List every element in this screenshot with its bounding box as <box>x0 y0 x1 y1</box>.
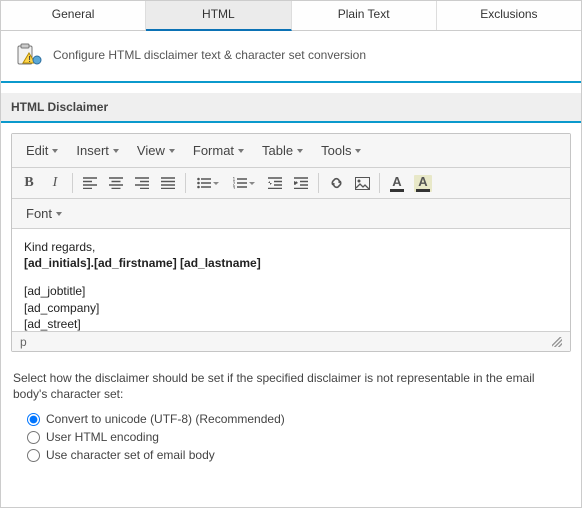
menu-label: Tools <box>321 143 351 158</box>
align-right-button[interactable] <box>129 171 155 195</box>
menu-edit[interactable]: Edit <box>18 138 66 163</box>
chevron-down-icon <box>169 149 175 153</box>
separator <box>379 173 380 193</box>
outdent-button[interactable] <box>262 171 288 195</box>
chevron-down-icon <box>52 149 58 153</box>
highlight-icon: A <box>414 175 432 192</box>
editor-status-bar: p <box>12 331 570 351</box>
content-line: Kind regards, <box>24 239 558 255</box>
italic-icon: I <box>53 175 58 191</box>
charset-options: Select how the disclaimer should be set … <box>1 362 581 476</box>
tab-exclusions[interactable]: Exclusions <box>437 1 581 30</box>
chevron-down-icon <box>355 149 361 153</box>
content-line: [ad_street] <box>24 316 558 331</box>
section-title: HTML Disclaimer <box>1 93 581 123</box>
align-justify-icon <box>161 177 175 189</box>
radio-label-bodycs[interactable]: Use character set of email body <box>46 448 215 462</box>
menu-label: Table <box>262 143 293 158</box>
menu-label: Edit <box>26 143 48 158</box>
italic-button[interactable]: I <box>42 171 68 195</box>
numbered-list-icon: 123 <box>233 177 247 189</box>
chevron-down-icon <box>213 182 219 185</box>
chevron-down-icon <box>238 149 244 153</box>
font-family-dropdown[interactable]: Font <box>18 202 70 225</box>
font-label: Font <box>26 206 52 221</box>
radio-body-charset[interactable] <box>27 449 40 462</box>
tab-plain-text[interactable]: Plain Text <box>292 1 437 30</box>
menu-label: View <box>137 143 165 158</box>
toolbar: B I 123 <box>12 168 570 199</box>
separator <box>72 173 73 193</box>
bold-icon: B <box>24 175 33 191</box>
menu-bar: Edit Insert View Format Table Tools <box>12 134 570 168</box>
rich-text-editor: Edit Insert View Format Table Tools B I … <box>11 133 571 352</box>
menu-format[interactable]: Format <box>185 138 252 163</box>
description-text: Configure HTML disclaimer text & charact… <box>53 48 366 62</box>
menu-table[interactable]: Table <box>254 138 311 163</box>
indent-button[interactable] <box>288 171 314 195</box>
bullet-list-icon <box>197 177 211 189</box>
bullet-list-button[interactable] <box>190 171 226 195</box>
align-left-icon <box>83 177 97 189</box>
align-right-icon <box>135 177 149 189</box>
radio-html-encoding[interactable] <box>27 431 40 444</box>
text-color-icon: A <box>390 175 404 192</box>
clipboard-warning-icon: ! <box>15 43 43 67</box>
chevron-down-icon <box>113 149 119 153</box>
menu-tools[interactable]: Tools <box>313 138 369 163</box>
chevron-down-icon <box>249 182 255 185</box>
outdent-icon <box>268 177 282 189</box>
radio-label-htmlenc[interactable]: User HTML encoding <box>46 430 159 444</box>
content-line: [ad_company] <box>24 300 558 316</box>
image-icon <box>355 177 370 190</box>
blank-line <box>24 271 558 283</box>
svg-text:!: ! <box>28 55 31 64</box>
editor-content-area[interactable]: Kind regards, [ad_initials].[ad_firstnam… <box>12 229 570 331</box>
resize-handle-icon[interactable] <box>552 337 562 347</box>
link-icon <box>329 176 344 190</box>
chevron-down-icon <box>56 212 62 216</box>
menu-label: Format <box>193 143 234 158</box>
tab-bar: General HTML Plain Text Exclusions <box>1 1 581 31</box>
insert-link-button[interactable] <box>323 171 349 195</box>
numbered-list-button[interactable]: 123 <box>226 171 262 195</box>
menu-label: Insert <box>76 143 109 158</box>
description-row: ! Configure HTML disclaimer text & chara… <box>1 31 581 83</box>
content-line: [ad_jobtitle] <box>24 283 558 299</box>
svg-text:3: 3 <box>233 186 236 189</box>
insert-image-button[interactable] <box>349 171 375 195</box>
tab-general[interactable]: General <box>1 1 146 30</box>
tab-html[interactable]: HTML <box>146 1 291 31</box>
radio-label-utf8[interactable]: Convert to unicode (UTF-8) (Recommended) <box>46 412 285 426</box>
separator <box>185 173 186 193</box>
radio-convert-utf8[interactable] <box>27 413 40 426</box>
separator <box>318 173 319 193</box>
options-prompt: Select how the disclaimer should be set … <box>13 370 569 402</box>
align-left-button[interactable] <box>77 171 103 195</box>
bold-button[interactable]: B <box>16 171 42 195</box>
chevron-down-icon <box>297 149 303 153</box>
indent-icon <box>294 177 308 189</box>
content-line: [ad_initials].[ad_firstname] [ad_lastnam… <box>24 255 558 271</box>
align-justify-button[interactable] <box>155 171 181 195</box>
highlight-color-button[interactable]: A <box>410 171 436 195</box>
font-bar: Font <box>12 199 570 229</box>
align-center-icon <box>109 177 123 189</box>
menu-view[interactable]: View <box>129 138 183 163</box>
align-center-button[interactable] <box>103 171 129 195</box>
text-color-button[interactable]: A <box>384 171 410 195</box>
element-path[interactable]: p <box>20 335 27 349</box>
menu-insert[interactable]: Insert <box>68 138 127 163</box>
